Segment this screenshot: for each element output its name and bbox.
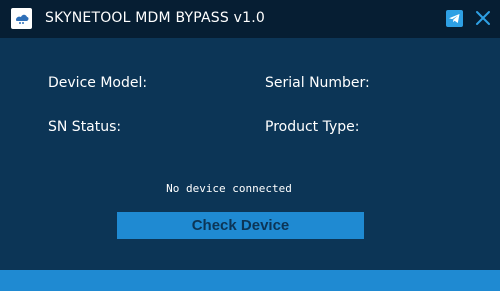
check-device-button[interactable]: Check Device — [117, 212, 364, 239]
product-type-label: Product Type: — [265, 119, 360, 135]
serial-number-label: Serial Number: — [265, 75, 370, 91]
device-model-label: Device Model: — [48, 75, 148, 91]
title-bar[interactable]: SKYNETOOL MDM BYPASS v1.0 — [0, 0, 500, 38]
window-title: SKYNETOOL MDM BYPASS v1.0 — [45, 10, 265, 26]
connection-status: No device connected — [166, 182, 292, 195]
app-logo-icon — [11, 8, 32, 29]
sn-status-label: SN Status: — [48, 119, 122, 135]
bottom-bar — [0, 270, 500, 291]
close-icon[interactable] — [474, 9, 492, 27]
telegram-icon[interactable] — [446, 10, 463, 27]
